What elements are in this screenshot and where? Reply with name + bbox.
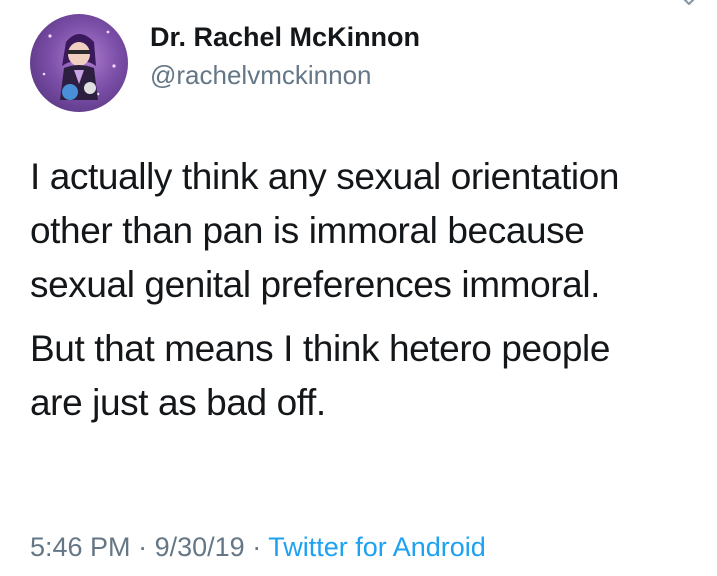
- tweet-paragraph-1: I actually think any sexual orientation …: [30, 150, 710, 312]
- tweet-text: I actually think any sexual orientation …: [30, 150, 710, 430]
- avatar[interactable]: [30, 14, 128, 112]
- tweet-line: I actually think any sexual orientation: [30, 156, 620, 197]
- chevron-down-icon[interactable]: [675, 0, 703, 12]
- tweet-line: sexual genital preferences immoral.: [30, 264, 601, 305]
- tweet-line: other than pan is immoral because: [30, 210, 585, 251]
- author-name[interactable]: Dr. Rachel McKinnon: [150, 22, 420, 53]
- meta-separator: ·: [138, 532, 148, 562]
- author-handle[interactable]: @rachelvmckinnon: [150, 60, 371, 91]
- tweet-card: Dr. Rachel McKinnon @rachelvmckinnon I a…: [0, 0, 717, 576]
- tweet-source-link[interactable]: Twitter for Android: [268, 532, 486, 562]
- tweet-meta: 5:46 PM · 9/30/19 · Twitter for Android: [30, 532, 486, 563]
- tweet-line: But that means I think hetero people: [30, 328, 611, 369]
- avatar-illustration: [42, 30, 116, 100]
- tweet-time[interactable]: 5:46 PM: [30, 532, 131, 562]
- tweet-date[interactable]: 9/30/19: [155, 532, 245, 562]
- meta-separator: ·: [252, 532, 262, 562]
- tweet-paragraph-2: But that means I think hetero people are…: [30, 322, 710, 430]
- tweet-line: are just as bad off.: [30, 382, 326, 423]
